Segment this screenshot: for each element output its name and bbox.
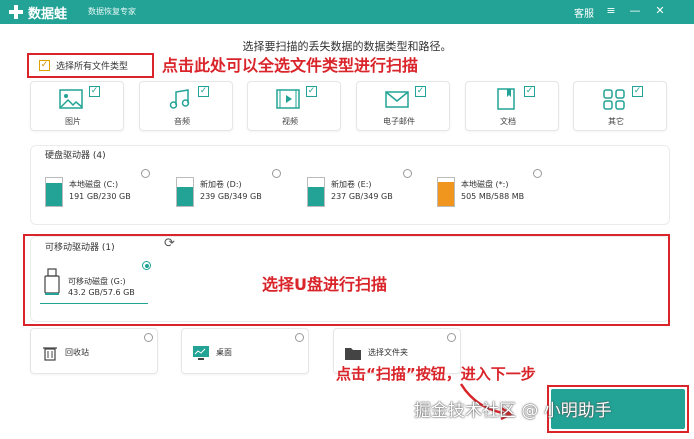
drive-usage-fill bbox=[177, 186, 193, 206]
filetype-card-other[interactable]: ✓ 其它 bbox=[573, 81, 667, 131]
filetype-checkbox[interactable]: ✓ bbox=[89, 86, 100, 97]
recycle-bin-icon bbox=[43, 347, 57, 361]
folder-icon bbox=[345, 348, 361, 360]
app-subtitle: 数据恢复专家 bbox=[88, 7, 136, 16]
drive-usage-fill bbox=[46, 182, 62, 206]
location-radio[interactable] bbox=[447, 333, 456, 342]
location-radio[interactable] bbox=[295, 333, 304, 342]
video-icon bbox=[276, 89, 300, 109]
annotation-usb: 选择U盘进行扫描 bbox=[262, 275, 387, 294]
location-label: 选择文件夹 bbox=[368, 348, 408, 357]
drive-c[interactable]: 本地磁盘 (C:) 191 GB/230 GB bbox=[45, 169, 155, 217]
filetype-card-email[interactable]: ✓ 电子邮件 bbox=[356, 81, 450, 131]
filetype-card-document[interactable]: ✓ 文档 bbox=[465, 81, 559, 131]
drive-name: 本地磁盘 (*:) bbox=[461, 180, 509, 189]
filetype-card-video[interactable]: ✓ 视频 bbox=[247, 81, 341, 131]
title-bar: 数据蛙 数据恢复专家 客服 ≡ — ✕ bbox=[0, 0, 694, 24]
minimize-icon[interactable]: — bbox=[628, 4, 642, 18]
document-icon bbox=[497, 88, 515, 110]
filetype-checkbox[interactable]: ✓ bbox=[632, 86, 643, 97]
filetype-checkbox[interactable]: ✓ bbox=[524, 86, 535, 97]
drive-usage-fill bbox=[308, 186, 324, 206]
filetype-label: 音频 bbox=[174, 117, 190, 126]
logo-icon bbox=[9, 5, 23, 19]
drive-name: 本地磁盘 (C:) bbox=[69, 180, 119, 189]
drive-usage-fill bbox=[438, 181, 454, 206]
music-icon bbox=[169, 89, 190, 109]
filetype-card-audio[interactable]: ✓ 音频 bbox=[139, 81, 233, 131]
filetype-label: 电子邮件 bbox=[383, 117, 415, 126]
location-radio[interactable] bbox=[144, 333, 153, 342]
drive-radio[interactable] bbox=[272, 169, 281, 178]
drive-size: 237 GB/349 GB bbox=[331, 192, 393, 201]
filetype-checkbox[interactable]: ✓ bbox=[306, 86, 317, 97]
watermark: 掘金技术社区 @ 小明助手 bbox=[414, 401, 612, 421]
hard-drive-title: 硬盘驱动器 (4) bbox=[45, 151, 106, 161]
filetype-checkbox[interactable]: ✓ bbox=[415, 86, 426, 97]
drive-e[interactable]: 新加卷 (E:) 237 GB/349 GB bbox=[307, 169, 417, 217]
drive-d-icon bbox=[176, 177, 194, 207]
drive-radio[interactable] bbox=[403, 169, 412, 178]
drive-c-icon bbox=[45, 177, 63, 207]
select-all-checkbox[interactable]: ✓ bbox=[39, 60, 50, 71]
drive-radio[interactable] bbox=[141, 169, 150, 178]
service-link[interactable]: 客服 bbox=[574, 5, 594, 20]
filetype-label: 其它 bbox=[608, 117, 624, 126]
drive-size: 505 MB/588 MB bbox=[461, 192, 525, 201]
filetype-card-image[interactable]: ✓ 图片 bbox=[30, 81, 124, 131]
location-desktop[interactable]: 桌面 bbox=[181, 328, 309, 374]
select-all-toggle[interactable]: ✓ 选择所有文件类型 bbox=[27, 53, 154, 78]
filetype-label: 视频 bbox=[282, 117, 298, 126]
image-icon bbox=[59, 89, 83, 109]
desktop-icon bbox=[193, 346, 209, 360]
drive-e-icon bbox=[307, 177, 325, 207]
close-icon[interactable]: ✕ bbox=[653, 4, 667, 18]
location-label: 桌面 bbox=[216, 348, 232, 357]
other-icon bbox=[603, 89, 625, 110]
drive-star[interactable]: 本地磁盘 (*:) 505 MB/588 MB bbox=[437, 169, 547, 217]
filetype-label: 图片 bbox=[65, 117, 81, 126]
drive-name: 新加卷 (D:) bbox=[200, 180, 242, 189]
filetype-checkbox[interactable]: ✓ bbox=[198, 86, 209, 97]
location-label: 回收站 bbox=[65, 348, 89, 357]
select-all-label: 选择所有文件类型 bbox=[56, 62, 129, 72]
drive-star-icon bbox=[437, 177, 455, 207]
drive-radio[interactable] bbox=[533, 169, 542, 178]
location-recycle-bin[interactable]: 回收站 bbox=[30, 328, 158, 374]
drive-size: 239 GB/349 GB bbox=[200, 192, 262, 201]
menu-icon[interactable]: ≡ bbox=[604, 4, 618, 18]
drive-name: 新加卷 (E:) bbox=[331, 180, 372, 189]
mail-icon bbox=[385, 91, 409, 108]
drive-size: 191 GB/230 GB bbox=[69, 192, 131, 201]
annotation-select-all: 点击此处可以全选文件类型进行扫描 bbox=[162, 56, 419, 75]
app-name: 数据蛙 bbox=[28, 7, 68, 22]
filetype-label: 文档 bbox=[500, 117, 516, 126]
drive-d[interactable]: 新加卷 (D:) 239 GB/349 GB bbox=[176, 169, 286, 217]
